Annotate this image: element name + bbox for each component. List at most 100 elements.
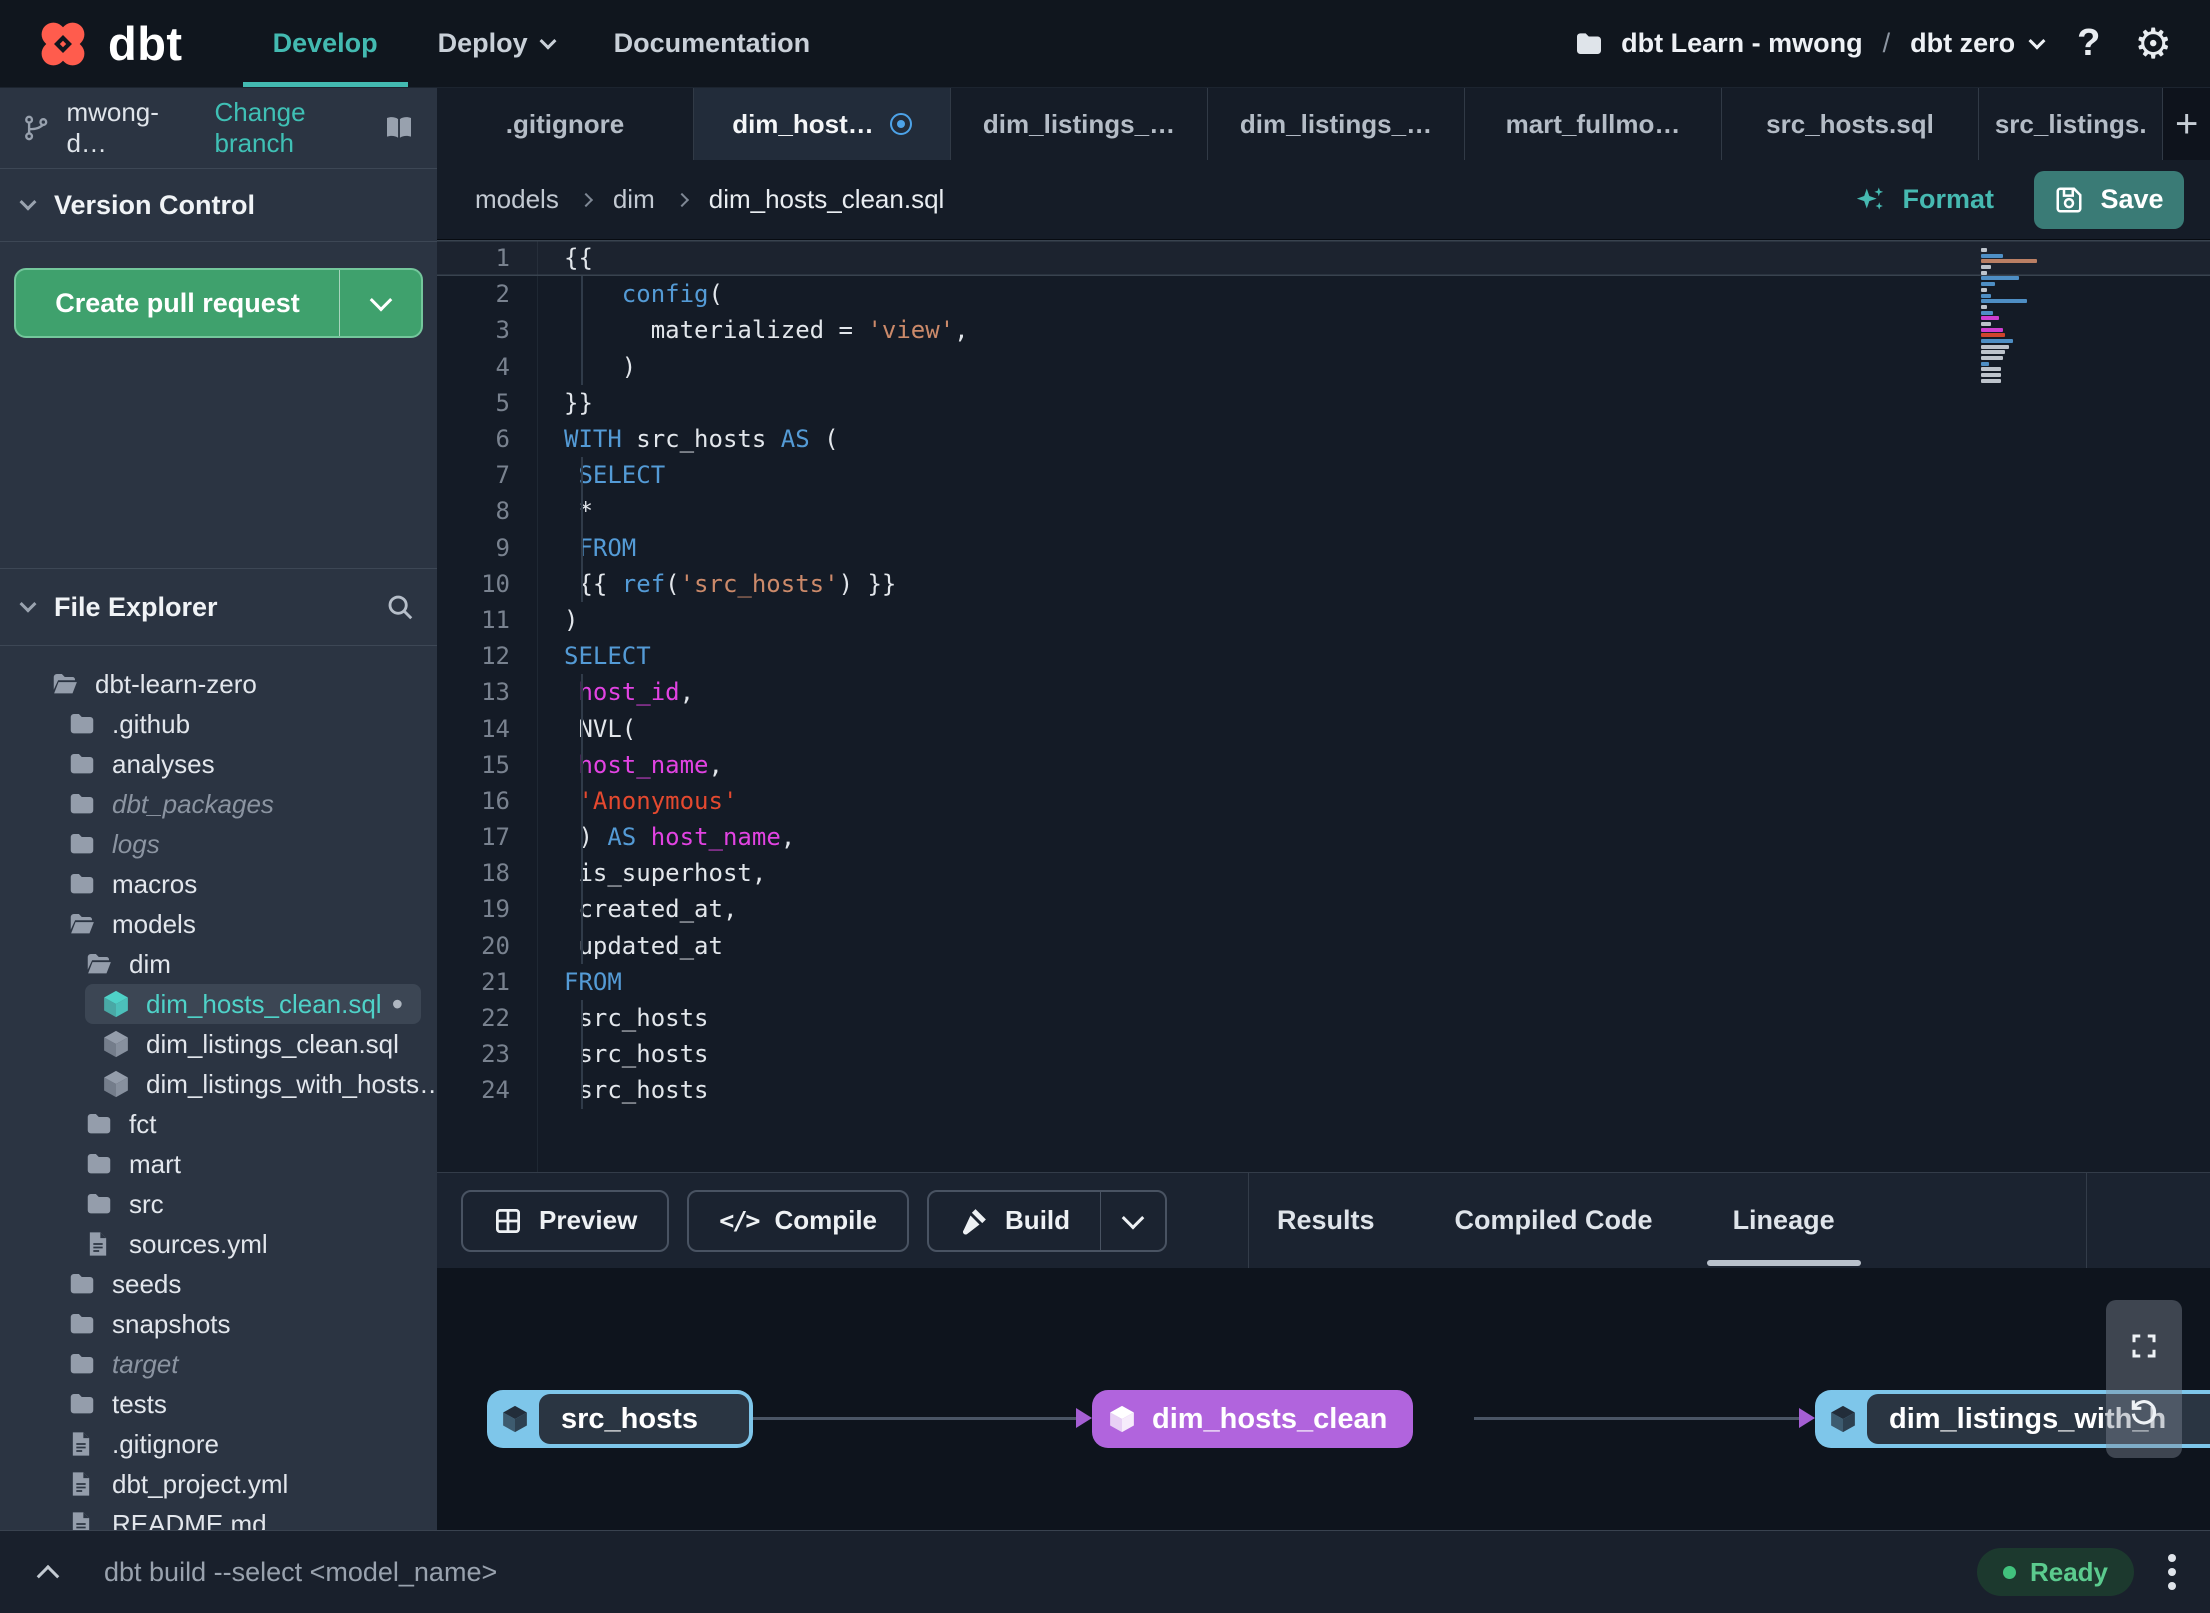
file-tree-item--github[interactable]: .github: [0, 704, 437, 744]
editor-tab-src-hosts-sql[interactable]: src_hosts.sql: [1722, 88, 1979, 160]
file-tree-item-dim-listings-with-hosts-[interactable]: dim_listings_with_hosts…: [0, 1064, 437, 1104]
change-branch-link[interactable]: Change branch: [214, 97, 383, 159]
code-line[interactable]: 1 {{: [437, 240, 2210, 277]
nav-item-documentation[interactable]: Documentation: [584, 0, 841, 87]
minimap[interactable]: [1981, 248, 2041, 385]
file-tree-item-dbt-learn-zero[interactable]: dbt-learn-zero: [0, 664, 437, 704]
branch-row: mwong-d… Change branch: [0, 88, 437, 169]
lineage-node-dim-hosts-clean[interactable]: dim_hosts_clean: [1092, 1390, 1414, 1448]
panel-toggle-chevron-up-icon[interactable]: [34, 1558, 62, 1588]
lineage-canvas[interactable]: src_hosts dim_hosts_clean dim_listings_wit…: [437, 1268, 2210, 1530]
file-tree-item-mart[interactable]: mart: [0, 1144, 437, 1184]
code-line[interactable]: 4 ): [437, 349, 2210, 385]
create-pull-request-button[interactable]: Create pull request: [14, 268, 423, 338]
code-line[interactable]: 23 src_hosts: [437, 1036, 2210, 1072]
file-tree-item-tests[interactable]: tests: [0, 1384, 437, 1424]
command-hint[interactable]: dbt build --select <model_name>: [104, 1557, 497, 1588]
code-line[interactable]: 8 *: [437, 493, 2210, 529]
editor-tab-dim-listings-[interactable]: dim_listings_…: [951, 88, 1208, 160]
save-button[interactable]: Save: [2034, 170, 2184, 229]
file-tree-item-dim[interactable]: dim: [0, 944, 437, 984]
pull-request-dropdown[interactable]: [339, 270, 421, 336]
file-tree-item-dim-listings-clean-sql[interactable]: dim_listings_clean.sql: [0, 1024, 437, 1064]
file-tree-item-macros[interactable]: macros: [0, 864, 437, 904]
code-line[interactable]: 15 host_name,: [437, 747, 2210, 783]
lineage-node-src-hosts[interactable]: src_hosts: [487, 1390, 753, 1448]
preview-button[interactable]: Preview: [461, 1189, 670, 1252]
file-tree-item-target[interactable]: target: [0, 1344, 437, 1384]
file-tree-item-dbt-project-yml[interactable]: dbt_project.yml: [0, 1464, 437, 1504]
help-icon[interactable]: ?: [2077, 22, 2100, 65]
editor-tab-dim-host-[interactable]: dim_host…: [694, 88, 951, 160]
file-tree-item-sources-yml[interactable]: sources.yml: [0, 1224, 437, 1264]
panel-tab-lineage[interactable]: Lineage: [1693, 1173, 1875, 1268]
nav-item-deploy[interactable]: Deploy: [408, 0, 584, 87]
file-tree-item-label: sources.yml: [129, 1228, 268, 1259]
file-tree-item-dim-hosts-clean-sql[interactable]: dim_hosts_clean.sql •: [85, 984, 421, 1024]
compile-button[interactable]: </> Compile: [687, 1189, 910, 1252]
code-line[interactable]: 10 {{ ref('src_hosts') }}: [437, 566, 2210, 602]
file-tree-item-snapshots[interactable]: snapshots: [0, 1304, 437, 1344]
file-tree-item-src[interactable]: src: [0, 1184, 437, 1224]
overflow-menu-icon[interactable]: [2168, 1554, 2176, 1590]
code-line[interactable]: 24 src_hosts: [437, 1072, 2210, 1108]
refresh-icon[interactable]: [2128, 1395, 2160, 1427]
code-text: host_id,: [578, 678, 695, 707]
file-explorer-header[interactable]: File Explorer: [0, 568, 437, 646]
code-line[interactable]: 3 materialized = 'view',: [437, 312, 2210, 348]
project-picker[interactable]: dbt Learn - mwong / dbt zero: [1573, 28, 2046, 60]
search-icon[interactable]: [385, 592, 415, 622]
code-line[interactable]: 17 ) AS host_name,: [437, 819, 2210, 855]
code-line[interactable]: 12 SELECT: [437, 638, 2210, 674]
build-dropdown[interactable]: [1100, 1191, 1165, 1250]
code-line[interactable]: 19 created_at,: [437, 891, 2210, 927]
code-line[interactable]: 14 NVL(: [437, 710, 2210, 746]
code-line[interactable]: 20 updated_at: [437, 928, 2210, 964]
panel-tab-results[interactable]: Results: [1237, 1173, 1415, 1268]
version-control-title: Version Control: [54, 189, 256, 220]
minimap-line: [1981, 299, 2027, 304]
primary-nav: Develop Deploy Documentation: [242, 0, 841, 87]
editor-tab-mart-fullmo-[interactable]: mart_fullmo…: [1465, 88, 1722, 160]
breadcrumb-item[interactable]: models: [475, 184, 559, 215]
version-control-header[interactable]: Version Control: [0, 169, 437, 242]
editor-tab-dim-listings-[interactable]: dim_listings_…: [1208, 88, 1465, 160]
code-line[interactable]: 6 WITH src_hosts AS (: [437, 421, 2210, 457]
file-tree-item--gitignore[interactable]: .gitignore: [0, 1424, 437, 1464]
code-line[interactable]: 7 SELECT: [437, 457, 2210, 493]
code-editor[interactable]: 1{{2 config(3 materialized = 'view', 4 ) 5…: [437, 240, 2210, 1172]
breadcrumb-item[interactable]: dim: [613, 184, 655, 215]
file-tree-item-analyses[interactable]: analyses: [0, 744, 437, 784]
code-line[interactable]: 22 src_hosts: [437, 1000, 2210, 1036]
breadcrumb-item[interactable]: dim_hosts_clean.sql: [709, 184, 945, 215]
minimap-line: [1981, 378, 2001, 383]
code-line[interactable]: 13 host_id,: [437, 674, 2210, 710]
code-line[interactable]: 21 FROM: [437, 964, 2210, 1000]
code-line[interactable]: 16 'Anonymous': [437, 783, 2210, 819]
file-tree-item-models[interactable]: models: [0, 904, 437, 944]
build-button[interactable]: Build: [927, 1189, 1168, 1252]
format-button[interactable]: Format: [1854, 183, 1994, 217]
file-tree-item-seeds[interactable]: seeds: [0, 1264, 437, 1304]
code-line[interactable]: 2 config(: [437, 276, 2210, 312]
brand[interactable]: dbt: [34, 0, 183, 87]
format-label: Format: [1902, 184, 1994, 214]
file-tree-item-label: tests: [112, 1388, 167, 1419]
code-line[interactable]: 18 is_superhost,: [437, 855, 2210, 891]
file-tree-item-dbt-packages[interactable]: dbt_packages: [0, 784, 437, 824]
divider: [2086, 1173, 2087, 1268]
code-line[interactable]: 5}}: [437, 385, 2210, 421]
editor-tab--gitignore[interactable]: .gitignore: [437, 88, 694, 160]
nav-item-develop[interactable]: Develop: [242, 0, 408, 87]
code-line[interactable]: 9 FROM: [437, 530, 2210, 566]
editor-tab-src-listings-[interactable]: src_listings.: [1979, 88, 2164, 160]
file-tree-item-logs[interactable]: logs: [0, 824, 437, 864]
fullscreen-icon[interactable]: [2129, 1331, 2159, 1361]
file-tree-item-fct[interactable]: fct: [0, 1104, 437, 1144]
panel-tab-compiled-code[interactable]: Compiled Code: [1415, 1173, 1693, 1268]
new-tab-button[interactable]: +: [2163, 88, 2210, 160]
gear-icon[interactable]: ⚙: [2134, 22, 2172, 65]
code-line[interactable]: 11): [437, 602, 2210, 638]
docs-book-icon[interactable]: [383, 112, 415, 144]
file-tree-item-readme-md[interactable]: README.md: [0, 1504, 437, 1530]
